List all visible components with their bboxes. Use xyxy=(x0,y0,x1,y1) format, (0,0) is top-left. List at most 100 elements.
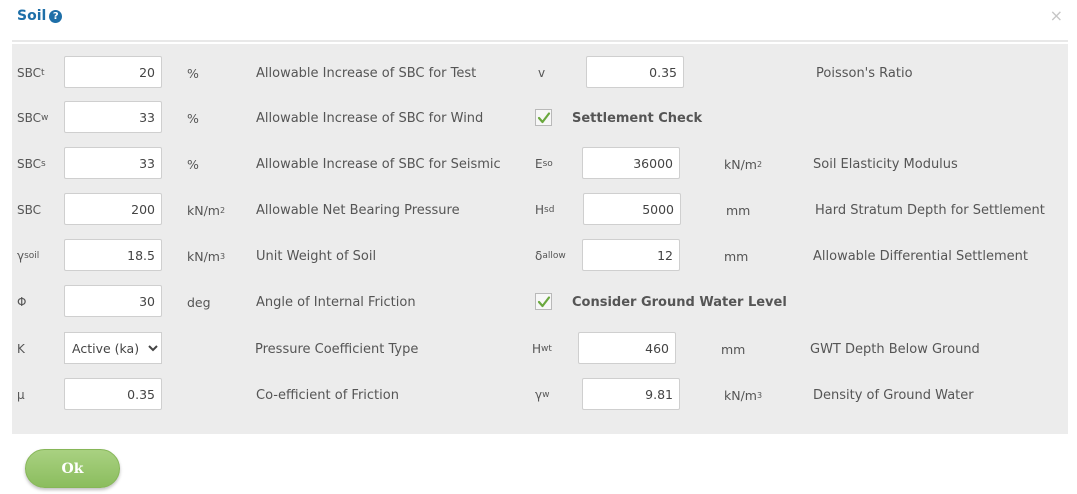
unit-weight-input[interactable] xyxy=(64,239,162,271)
row-sbc-test: SBCt % Allowable Increase of SBC for Tes… xyxy=(12,56,1068,90)
symbol-main: E xyxy=(535,157,543,171)
symbol-sub: w xyxy=(542,390,550,400)
hard-stratum-depth-input[interactable] xyxy=(583,193,681,225)
symbol-mu: μ xyxy=(17,388,25,402)
differential-settlement-input[interactable] xyxy=(582,239,680,271)
symbol-main: γ xyxy=(17,249,25,263)
unit-main: kN/m xyxy=(187,248,220,264)
symbol-main: H xyxy=(535,203,545,217)
unit-kn-m3: kN/m 3 xyxy=(724,378,762,412)
symbol-sub: allow xyxy=(542,251,566,261)
unit-mm: mm xyxy=(726,202,751,218)
symbol-hsd: Hsd xyxy=(535,193,554,227)
label-net-bearing-pressure: Allowable Net Bearing Pressure xyxy=(256,202,460,218)
friction-coefficient-input[interactable] xyxy=(64,378,162,410)
symbol-sub: soil xyxy=(24,251,40,261)
dialog-title: Soil? xyxy=(17,8,63,24)
pressure-coefficient-select[interactable]: Active (ka) xyxy=(64,332,162,364)
ok-button[interactable]: Ok xyxy=(25,449,120,488)
gwt-depth-input[interactable] xyxy=(578,332,676,364)
sbc-test-input[interactable] xyxy=(64,56,162,88)
unit-kn-m2: kN/m 2 xyxy=(187,193,225,227)
label-ground-water-density: Density of Ground Water xyxy=(813,387,974,403)
soil-parameters-panel: SBCt % Allowable Increase of SBC for Tes… xyxy=(12,44,1068,434)
unit-mm: mm xyxy=(721,341,746,357)
unit-percent: % xyxy=(187,65,199,81)
unit-kn-m3: kN/m 3 xyxy=(187,239,225,273)
unit-sup: 2 xyxy=(756,159,763,169)
symbol-gamma-w: γw xyxy=(535,378,549,412)
unit-sup: 2 xyxy=(219,205,226,215)
unit-kn-m2: kN/m 2 xyxy=(724,147,762,181)
unit-percent: % xyxy=(187,110,199,126)
row-sbc-wind: SBCw % Allowable Increase of SBC for Win… xyxy=(12,101,1068,135)
row-sbc-seismic: SBCs % Allowable Increase of SBC for Sei… xyxy=(12,147,1068,181)
symbol-eso: Eso xyxy=(535,147,553,181)
help-icon[interactable]: ? xyxy=(49,10,63,23)
label-friction-angle: Angle of Internal Friction xyxy=(256,294,416,310)
symbol-main: SBC xyxy=(17,157,42,171)
label-unit-weight: Unit Weight of Soil xyxy=(256,248,377,264)
row-pressure-coefficient: K Active (ka) Pressure Coefficient Type … xyxy=(12,332,1068,366)
symbol-sbc: SBC xyxy=(17,203,42,217)
symbol-k: K xyxy=(17,342,25,356)
unit-main: kN/m xyxy=(724,156,757,172)
ground-water-checkbox[interactable] xyxy=(535,293,552,310)
label-soil-elasticity: Soil Elasticity Modulus xyxy=(813,156,958,172)
symbol-main: γ xyxy=(535,388,543,402)
row-sbc: SBC kN/m2 Allowable Net Bearing Pressure… xyxy=(12,193,1068,227)
label-hard-stratum-depth: Hard Stratum Depth for Settlement xyxy=(815,202,1045,218)
symbol-main: SBC xyxy=(17,66,42,80)
symbol-sub: wt xyxy=(541,344,552,354)
symbol-hwt: Hwt xyxy=(532,332,552,366)
symbol-sub: sd xyxy=(544,205,555,215)
row-friction-angle: Φ deg Angle of Internal Friction Conside… xyxy=(12,285,1068,319)
sbc-wind-input[interactable] xyxy=(64,101,162,133)
checkmark-icon xyxy=(537,112,551,124)
symbol-sub: t xyxy=(41,68,45,78)
dialog-header: Soil? × xyxy=(0,0,1077,42)
ground-water-label: Consider Ground Water Level xyxy=(572,294,787,310)
soil-elasticity-input[interactable] xyxy=(582,147,680,179)
label-pressure-coefficient: Pressure Coefficient Type xyxy=(255,341,419,357)
label-sbc-wind: Allowable Increase of SBC for Wind xyxy=(256,110,484,126)
symbol-poisson: v xyxy=(538,66,546,80)
unit-deg: deg xyxy=(187,294,211,310)
row-unit-weight: γsoil kN/m3 Unit Weight of Soil δallow m… xyxy=(12,239,1068,273)
symbol-sbc-s: SBC s xyxy=(17,147,46,181)
checkmark-icon xyxy=(537,296,551,308)
symbol-sub: w xyxy=(41,113,49,123)
close-icon[interactable]: × xyxy=(1050,6,1063,25)
sbc-input[interactable] xyxy=(64,193,162,225)
settlement-check-label: Settlement Check xyxy=(572,110,703,126)
symbol-sub: s xyxy=(41,159,46,169)
header-divider xyxy=(12,40,1068,42)
symbol-sbc-w: SBC w xyxy=(17,101,48,135)
unit-percent: % xyxy=(187,156,199,172)
label-poisson-ratio: Poisson's Ratio xyxy=(816,65,913,81)
unit-mm: mm xyxy=(724,248,749,264)
row-friction-coefficient: μ Co-efficient of Friction γw kN/m3 Dens… xyxy=(12,378,1068,412)
friction-angle-input[interactable] xyxy=(64,285,162,317)
symbol-sbc-t: SBC t xyxy=(17,56,45,90)
symbol-gamma-soil: γ soil xyxy=(17,239,39,273)
unit-sup: 3 xyxy=(219,251,226,261)
label-sbc-seismic: Allowable Increase of SBC for Seismic xyxy=(256,156,501,172)
unit-main: kN/m xyxy=(724,387,757,403)
label-friction-coefficient: Co-efficient of Friction xyxy=(256,387,399,403)
dialog-title-text: Soil xyxy=(17,8,47,24)
symbol-main: H xyxy=(532,342,542,356)
label-sbc-test: Allowable Increase of SBC for Test xyxy=(256,65,477,81)
symbol-sub: so xyxy=(542,159,553,169)
label-differential-settlement: Allowable Differential Settlement xyxy=(813,248,1029,264)
unit-sup: 3 xyxy=(756,390,763,400)
unit-main: kN/m xyxy=(187,202,220,218)
poisson-ratio-input[interactable] xyxy=(586,56,684,88)
sbc-seismic-input[interactable] xyxy=(64,147,162,179)
symbol-phi: Φ xyxy=(17,295,27,309)
ground-water-density-input[interactable] xyxy=(582,378,680,410)
label-gwt-depth: GWT Depth Below Ground xyxy=(810,341,980,357)
settlement-check-checkbox[interactable] xyxy=(535,109,552,126)
symbol-main: δ xyxy=(535,249,543,263)
symbol-delta-allow: δ allow xyxy=(535,239,566,273)
